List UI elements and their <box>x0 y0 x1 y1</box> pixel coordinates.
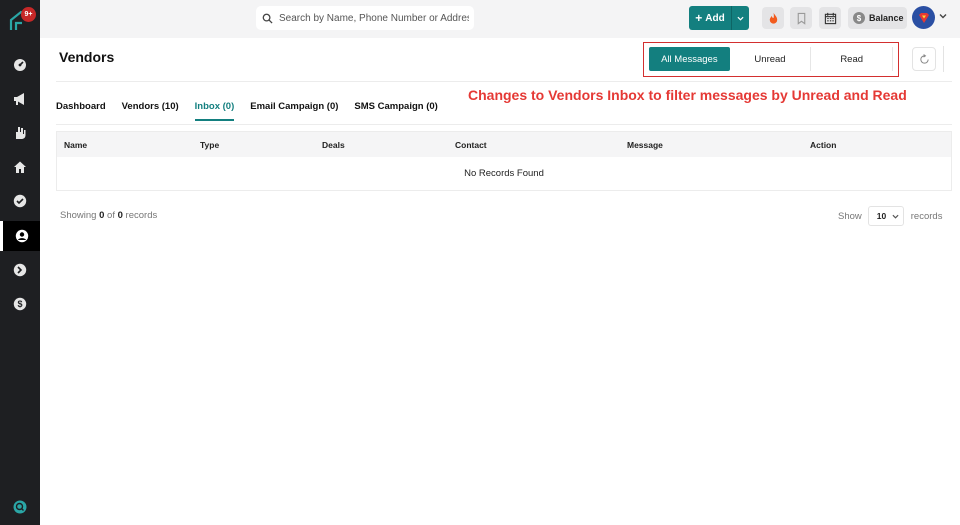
add-dropdown-toggle[interactable] <box>732 6 749 30</box>
main-panel: Vendors All Messages Unread Read Changes… <box>40 38 960 525</box>
showing-suffix: records <box>125 210 158 221</box>
page-size-select[interactable]: 10 <box>867 206 904 226</box>
page-size-value: 10 <box>876 211 887 221</box>
page-title: Vendors <box>59 49 115 65</box>
svg-text:$: $ <box>17 299 22 309</box>
coin-icon: $ <box>853 12 865 24</box>
refresh-button[interactable] <box>912 47 936 71</box>
page-size-control: Show 10 records <box>838 206 942 226</box>
sidebar-item-billing[interactable]: $ <box>0 289 40 319</box>
add-button-label: Add <box>705 12 725 24</box>
sidebar-item-properties[interactable] <box>0 152 40 182</box>
bookmark-icon <box>797 12 805 25</box>
tab-inbox[interactable]: Inbox (0) <box>194 101 235 121</box>
plus-icon: + <box>695 11 703 25</box>
arrow-circle-icon <box>13 263 27 277</box>
column-header-deals[interactable]: Deals <box>322 140 345 150</box>
sidebar-item-dashboard[interactable] <box>0 50 40 80</box>
search-input[interactable] <box>279 12 469 24</box>
column-header-name[interactable]: Name <box>64 140 87 150</box>
flame-icon <box>769 12 777 24</box>
column-header-message[interactable]: Message <box>627 140 663 150</box>
sidebar-item-deals[interactable] <box>0 118 40 148</box>
top-header: + Add $ Balance <box>40 0 960 38</box>
tab-email-campaign[interactable]: Email Campaign (0) <box>250 101 338 121</box>
column-header-action[interactable]: Action <box>810 140 836 150</box>
title-divider <box>56 81 952 82</box>
sidebar-item-tasks[interactable] <box>0 186 40 216</box>
home-icon <box>14 161 26 173</box>
avatar[interactable] <box>912 6 935 29</box>
sidebar-item-marketing[interactable] <box>0 84 40 114</box>
search-icon <box>262 13 273 24</box>
chevron-down-icon <box>737 16 744 21</box>
add-button[interactable]: + Add <box>689 6 732 30</box>
hand-icon <box>16 127 26 139</box>
chevron-down-icon <box>892 214 899 219</box>
chevron-down-icon[interactable] <box>939 12 947 20</box>
bookmark-button[interactable] <box>790 7 812 29</box>
calendar-icon <box>824 12 836 24</box>
records-summary: Showing 0 of 0 records <box>60 210 157 221</box>
showing-total: 0 <box>117 210 123 221</box>
show-label: Show <box>838 210 862 222</box>
annotation-highlight-box <box>643 42 899 77</box>
sidebar-item-transactions[interactable] <box>0 255 40 285</box>
sidebar-item-contacts[interactable] <box>0 221 40 251</box>
global-search[interactable] <box>256 6 474 30</box>
vendor-tabs: Dashboard Vendors (10) Inbox (0) Email C… <box>56 101 454 121</box>
balance-button[interactable]: $ Balance <box>848 7 907 29</box>
tab-dashboard[interactable]: Dashboard <box>56 101 106 121</box>
tab-vendors[interactable]: Vendors (10) <box>122 101 179 121</box>
sidebar: 9+ $ <box>0 0 40 525</box>
check-circle-icon <box>13 194 27 208</box>
annotation-text: Changes to Vendors Inbox to filter messa… <box>468 87 907 103</box>
calendar-button[interactable] <box>819 7 841 29</box>
tab-sms-campaign[interactable]: SMS Campaign (0) <box>354 101 437 121</box>
column-header-type[interactable]: Type <box>200 140 219 150</box>
table-header: Name Type Deals Contact Message Action <box>57 132 951 157</box>
balance-label: Balance <box>869 13 904 23</box>
add-button-group: + Add <box>689 6 749 30</box>
notification-badge[interactable]: 9+ <box>21 7 36 22</box>
inbox-table: Name Type Deals Contact Message Action N… <box>56 131 952 191</box>
tabs-divider <box>56 124 952 125</box>
megaphone-icon <box>14 93 24 105</box>
header-divider <box>943 46 944 72</box>
records-label: records <box>910 210 943 222</box>
gauge-icon <box>14 59 26 71</box>
showing-of: of <box>107 210 115 221</box>
column-header-contact[interactable]: Contact <box>455 140 487 150</box>
showing-from: 0 <box>99 210 105 221</box>
refresh-icon <box>919 53 929 64</box>
user-circle-icon <box>15 229 28 243</box>
hot-leads-button[interactable] <box>762 7 784 29</box>
superhero-avatar-icon <box>918 12 929 23</box>
chat-icon[interactable] <box>13 500 27 514</box>
showing-prefix: Showing <box>60 210 97 221</box>
dollar-circle-icon: $ <box>13 297 27 311</box>
empty-state: No Records Found <box>464 168 544 179</box>
